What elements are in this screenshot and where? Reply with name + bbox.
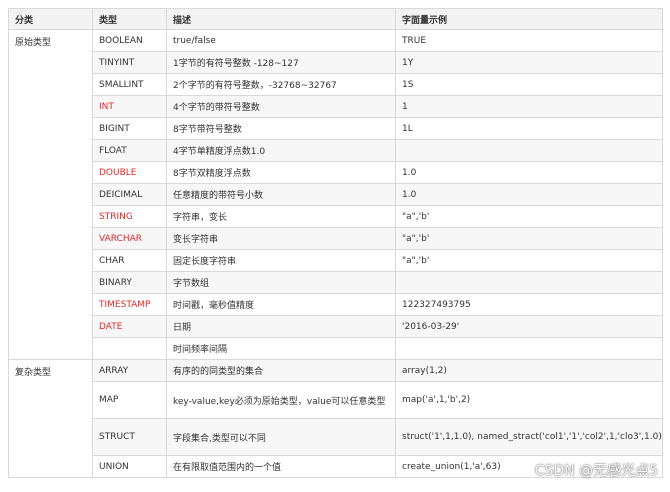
- cell-type: UNION: [92, 455, 167, 478]
- cell-example: 1Y: [395, 51, 663, 74]
- cell-desc: key-value,key必须为原始类型，value可以任意类型: [166, 381, 396, 419]
- cell-example: struct('1',1,1.0), named_stract('col1','…: [395, 418, 663, 456]
- cell-desc: 字符串，变长: [166, 205, 396, 228]
- cell-desc: 变长字符串: [166, 227, 396, 250]
- csdn-watermark: CSDN @无感光点5: [534, 463, 658, 479]
- cell-type: ARRAY: [92, 359, 167, 382]
- cell-desc: 1字节的有符号整数 -128~127: [166, 51, 396, 74]
- cell-type: MAP: [92, 381, 167, 419]
- cell-example: 1.0: [395, 183, 663, 206]
- table-header-row: 分类 类型 描述 字面量示例: [8, 8, 663, 30]
- group-complex: 复杂类型: [8, 359, 93, 478]
- cell-desc: 8字节带符号整数: [166, 117, 396, 140]
- cell-example: "a",'b': [395, 249, 663, 272]
- cell-type: DATE: [92, 315, 167, 338]
- table-row: INT 4个字节的带符号整数 1: [9, 95, 663, 118]
- table-row: STRUCT 字段集合,类型可以不同 struct('1',1,1.0), na…: [9, 418, 663, 456]
- table-row: DATE 日期 '2016-03-29': [9, 315, 663, 338]
- cell-type: SMALLINT: [92, 73, 167, 96]
- cell-type: BIGINT: [92, 117, 167, 140]
- cell-desc: 4个字节的带符号整数: [166, 95, 396, 118]
- cell-type: TIMESTAMP: [92, 293, 167, 316]
- cell-desc: 2个字节的有符号整数，-32768~32767: [166, 73, 396, 96]
- cell-desc: 有序的的同类型的集合: [166, 359, 396, 382]
- table-row: TIMESTAMP 时间戳，毫秒值精度 122327493795: [9, 293, 663, 316]
- cell-desc: 字节数组: [166, 271, 396, 294]
- table-row: BINARY 字节数组: [9, 271, 663, 294]
- cell-example: 1L: [395, 117, 663, 140]
- cell-desc: 固定长度字符串: [166, 249, 396, 272]
- cell-example: '2016-03-29': [395, 315, 663, 338]
- cell-type: CHAR: [92, 249, 167, 272]
- cell-example: 1: [395, 95, 663, 118]
- cell-example: TRUE: [395, 29, 663, 52]
- table-row: STRING 字符串，变长 "a",'b': [9, 205, 663, 228]
- group-primitive: 原始类型: [8, 29, 93, 360]
- cell-type: INT: [92, 95, 167, 118]
- cell-desc: 8字节双精度浮点数: [166, 161, 396, 184]
- cell-type: [92, 337, 167, 360]
- cell-desc: 4字节单精度浮点数1.0: [166, 139, 396, 162]
- cell-type: STRUCT: [92, 418, 167, 456]
- table-row: VARCHAR 变长字符串 "a",'b': [9, 227, 663, 250]
- header-category: 分类: [8, 8, 93, 30]
- cell-desc: 在有限取值范围内的一个值: [166, 455, 396, 478]
- cell-example: [395, 271, 663, 294]
- header-type: 类型: [92, 8, 167, 30]
- table-row: 时间频率间隔: [9, 337, 663, 360]
- cell-example: 1S: [395, 73, 663, 96]
- cell-example: "a",'b': [395, 205, 663, 228]
- cell-type: BINARY: [92, 271, 167, 294]
- header-literal-example: 字面量示例: [395, 8, 663, 30]
- cell-desc: 任意精度的带符号小数: [166, 183, 396, 206]
- cell-example: map('a',1,'b',2): [395, 381, 663, 419]
- table-row: DEICIMAL 任意精度的带符号小数 1.0: [9, 183, 663, 206]
- table-row: 原始类型 BOOLEAN true/false TRUE: [8, 29, 663, 360]
- cell-desc: 字段集合,类型可以不同: [166, 418, 396, 456]
- cell-desc: 日期: [166, 315, 396, 338]
- table-row: TINYINT 1字节的有符号整数 -128~127 1Y: [9, 51, 663, 74]
- cell-example: 122327493795: [395, 293, 663, 316]
- data-types-table: 分类 类型 描述 字面量示例 原始类型 BOOLEAN true/false T…: [8, 8, 663, 478]
- cell-type: VARCHAR: [92, 227, 167, 250]
- table-row: SMALLINT 2个字节的有符号整数，-32768~32767 1S: [9, 73, 663, 96]
- table-row: CHAR 固定长度字符串 "a",'b': [9, 249, 663, 272]
- cell-example: "a",'b': [395, 227, 663, 250]
- table-row: MAP key-value,key必须为原始类型，value可以任意类型 map…: [9, 381, 663, 419]
- cell-type: STRING: [92, 205, 167, 228]
- cell-type: DEICIMAL: [92, 183, 167, 206]
- cell-desc: 时间频率间隔: [166, 337, 396, 360]
- cell-example: [395, 139, 663, 162]
- cell-desc: 时间戳，毫秒值精度: [166, 293, 396, 316]
- table-row: DOUBLE 8字节双精度浮点数 1.0: [9, 161, 663, 184]
- cell-type: BOOLEAN: [92, 29, 167, 52]
- cell-example: 1.0: [395, 161, 663, 184]
- table-row: FLOAT 4字节单精度浮点数1.0: [9, 139, 663, 162]
- cell-type: TINYINT: [92, 51, 167, 74]
- cell-example: [395, 337, 663, 360]
- cell-desc: true/false: [166, 29, 396, 52]
- cell-type: DOUBLE: [92, 161, 167, 184]
- cell-type: FLOAT: [92, 139, 167, 162]
- header-description: 描述: [166, 8, 396, 30]
- table-row: BIGINT 8字节带符号整数 1L: [9, 117, 663, 140]
- table-row: 复杂类型 ARRAY 有序的的同类型的集合 array(1,2): [8, 359, 663, 478]
- cell-example: array(1,2): [395, 359, 663, 382]
